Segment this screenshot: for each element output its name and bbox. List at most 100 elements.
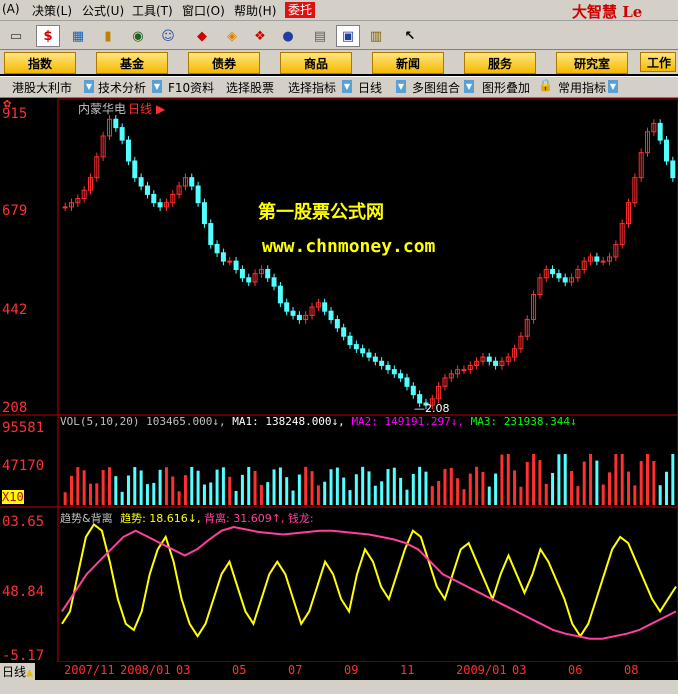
help-pointer-icon[interactable]: ↖ (398, 25, 422, 47)
volume-bar (335, 467, 339, 505)
print-icon[interactable]: ▤ (308, 25, 332, 47)
volume-bar (133, 467, 137, 505)
date-tick-label: 03 (176, 663, 191, 677)
status-bar (0, 680, 678, 694)
divergence-line (61, 525, 677, 640)
dropdown-arrow-icon[interactable]: ▼ (84, 80, 94, 93)
tab-overlay[interactable]: 图形叠加 (482, 79, 530, 96)
binoculars-icon[interactable]: ◉ (126, 25, 150, 47)
volume-bar (373, 485, 377, 505)
volume-bar (196, 470, 200, 505)
candle-body (271, 277, 277, 287)
volume-bar (316, 485, 320, 505)
candle-body (189, 177, 195, 187)
volume-bar (646, 454, 650, 505)
commodity-button[interactable]: 商品 (280, 52, 352, 74)
menu-item-decision[interactable]: 决策(L) (32, 2, 72, 19)
dropdown-arrow-icon[interactable]: ▼ (396, 80, 406, 93)
toolbar: ▭ $ ▦ ▮ ◉ ☺ ◆ ◈ ❖ ● ▤ ▣ ▥ ↖ (0, 21, 678, 50)
candle-body (493, 360, 499, 366)
menu-item-tools[interactable]: 工具(T) (132, 2, 173, 19)
volume-bar (576, 486, 580, 505)
volume-bar (126, 475, 130, 505)
chart-bars-icon[interactable]: ▮ (96, 25, 120, 47)
tab-select-indicator[interactable]: 选择指标 (288, 79, 336, 96)
diamond-icon[interactable]: ◈ (220, 25, 244, 47)
service-button[interactable]: 服务 (464, 52, 536, 74)
lock-icon[interactable]: 🔒 (538, 78, 553, 92)
dropdown-arrow-icon[interactable]: ▼ (608, 80, 618, 93)
stock-chart[interactable] (0, 97, 678, 694)
ribbon-icon[interactable]: ❖ (248, 25, 272, 47)
volume-bar (69, 475, 73, 505)
period-label[interactable]: 日线▲ (0, 663, 36, 680)
weituo-button[interactable]: 委托 (285, 2, 316, 18)
price-tick-label: 915 (2, 106, 28, 122)
dropdown-arrow-icon[interactable]: ▼ (342, 80, 352, 93)
volume-bar (456, 478, 460, 505)
dropdown-arrow-icon[interactable]: ▼ (152, 80, 162, 93)
dropdown-arrow-icon[interactable]: ▼ (464, 80, 474, 93)
tab-technical[interactable]: 技术分析 (98, 79, 146, 96)
tab-daily[interactable]: 日线 (358, 79, 382, 96)
grid-icon[interactable]: ▦ (66, 25, 90, 47)
volume-bar (627, 471, 631, 505)
date-axis: 日线▲ 2007/11 2008/01 03 05 07 09 11 2009/01 03 06 0… (0, 662, 678, 680)
volume-bar (164, 467, 168, 505)
menu-item-formula[interactable]: 公式(U) (82, 2, 124, 19)
volume-bar (430, 486, 434, 505)
volume-bar (120, 491, 124, 505)
volume-bar (671, 454, 675, 505)
indicator-divergence: 背离: 31.609 (204, 512, 272, 525)
volume-bar (152, 482, 156, 505)
research-button[interactable]: 研究室 (556, 52, 628, 74)
candle-body (151, 193, 157, 204)
bond-button[interactable]: 债券 (188, 52, 260, 74)
users-icon[interactable]: ☺ (156, 25, 180, 47)
tab-hk-stocks[interactable]: 港股大利市 (12, 79, 72, 96)
books-icon[interactable]: ▥ (364, 25, 388, 47)
index-button[interactable]: 指数 (4, 52, 76, 74)
volume-bar (247, 466, 251, 505)
volume-bar (183, 475, 187, 505)
news-button[interactable]: 新闻 (372, 52, 444, 74)
window-icon[interactable]: ▣ (336, 25, 360, 47)
menu-item-a[interactable]: (A) (2, 2, 20, 16)
volume-bar (525, 462, 529, 505)
brand-logo: 大智慧 Le (572, 3, 643, 21)
date-tick-label: 2007/11 (64, 663, 115, 677)
volume-bar (532, 454, 536, 505)
volume-tick-label: 95581 (2, 420, 45, 436)
volume-bar (177, 491, 181, 505)
volume-bar (475, 466, 479, 505)
globe-icon[interactable]: ● (276, 25, 300, 47)
tab-common-indicators[interactable]: 常用指标 (558, 79, 606, 96)
volume-bar (240, 474, 244, 505)
volume-bar (570, 470, 574, 505)
volume-ma2: MA2: 149191.297 (351, 415, 451, 428)
volume-bar (354, 474, 358, 505)
flag-icon[interactable]: ▶ (156, 102, 165, 116)
tab-select-stock[interactable]: 选择股票 (226, 79, 274, 96)
candle-body (113, 118, 119, 129)
work-button[interactable]: 工作 (640, 52, 676, 72)
candle-body (664, 139, 670, 162)
volume-bar (614, 454, 618, 505)
volume-bar (506, 454, 510, 505)
ruler-icon[interactable]: ▭ (4, 25, 28, 47)
fund-button[interactable]: 基金 (96, 52, 168, 74)
date-tick-label: 09 (344, 663, 359, 677)
candle-body (328, 310, 334, 321)
volume-bar (278, 467, 282, 505)
indicator-tick-label: 03.65 (2, 514, 45, 530)
menu-item-window[interactable]: 窗口(O) (182, 2, 225, 19)
dollar-icon[interactable]: $ (36, 25, 60, 47)
candle-body (486, 356, 492, 362)
tab-f10[interactable]: F10资料 (168, 79, 214, 96)
menu-bar: (A) 决策(L) 公式(U) 工具(T) 窗口(O) 帮助(H) 委托 大智慧… (0, 0, 678, 21)
alert-icon[interactable]: ◆ (190, 25, 214, 47)
volume-bar (171, 476, 175, 505)
tab-multi-chart[interactable]: 多图组合 (412, 79, 460, 96)
menu-item-help[interactable]: 帮助(H) (234, 2, 276, 19)
indicator-header: 趋势&背离 趋势: 18.616↓, 背离: 31.609↑, 钱龙: (60, 512, 314, 525)
